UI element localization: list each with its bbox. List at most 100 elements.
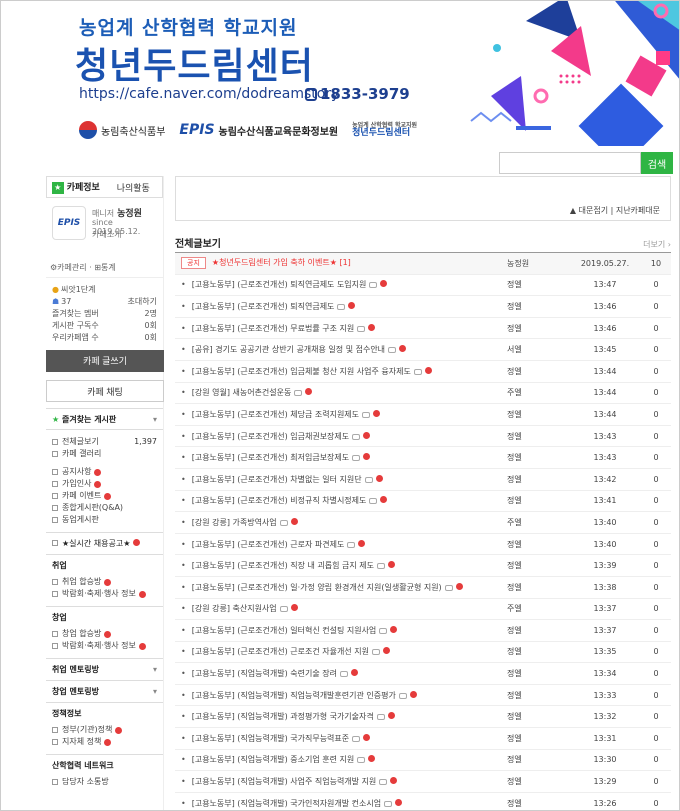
post-author[interactable]: 정엘: [503, 560, 569, 571]
cafe-avatar[interactable]: EPIS: [52, 206, 86, 240]
post-author[interactable]: 서엘: [503, 344, 569, 355]
post-author[interactable]: 정엘: [503, 474, 569, 485]
menu-item-gallery[interactable]: 카페 갤러리: [46, 448, 163, 460]
post-author[interactable]: 정엘: [503, 323, 569, 334]
post-subject[interactable]: [강원 강릉] 가족방역사업: [192, 518, 277, 527]
post-subject[interactable]: [고용노동부] (근로조건개선) 임금체불 청산 지원 사업주 융자제도: [192, 367, 411, 376]
post-subject[interactable]: ★청년두드림센터 가입 축하 이벤트★ [1]: [212, 258, 351, 267]
post-author[interactable]: 정엘: [503, 495, 569, 506]
post-row[interactable]: • [고용노동부] (직업능력개발) 숙련기술 장려 정엘 13:34 0: [175, 663, 671, 685]
post-author[interactable]: 주엘: [503, 603, 569, 614]
post-author[interactable]: 정엘: [503, 798, 569, 809]
post-author[interactable]: 정엘: [503, 279, 569, 290]
menu-item[interactable]: 박람회·축제·행사 정보: [46, 588, 163, 600]
tab-cafe-info[interactable]: ★ 카페정보: [47, 180, 105, 194]
post-author[interactable]: 정엘: [503, 776, 569, 787]
post-row[interactable]: • [고용노동부] (근로조건개선) 체당금 조력지원제도 정엘 13:44 0: [175, 404, 671, 426]
post-subject[interactable]: [고용노동부] (근로조건개선) 임금채권보장제도: [192, 432, 349, 441]
post-author[interactable]: 농정원: [503, 258, 569, 269]
post-subject[interactable]: [고용노동부] (근로조건개선) 근로자 파견제도: [192, 540, 345, 549]
post-row[interactable]: • [고용노동부] (근로조건개선) 차별없는 일터 지원단 정엘 13:42 0: [175, 469, 671, 491]
post-row[interactable]: • [강원 강릉] 축산지원사업 주엘 13:37 0: [175, 599, 671, 621]
cafe-intro-link[interactable]: 카페소개: [92, 229, 121, 240]
menu-item[interactable]: 동업게시판: [46, 514, 163, 526]
post-row[interactable]: • [고용노동부] (근로조건개선) 일터혁신 컨설팅 지원사업 정엘 13:37 0: [175, 620, 671, 642]
post-author[interactable]: 정엘: [503, 646, 569, 657]
menu-item[interactable]: 담당자 소통방: [46, 776, 163, 788]
post-row[interactable]: • [고용노동부] (근로조건개선) 근로조건 자율개선 지원 정엘 13:35 0: [175, 642, 671, 664]
invite-link[interactable]: 초대하기: [128, 296, 157, 308]
post-subject[interactable]: [고용노동부] (직업능력개발) 국가직무능력표준: [192, 734, 349, 743]
post-subject[interactable]: [고용노동부] (근로조건개선) 무료법률 구조 지원: [192, 324, 355, 333]
post-author[interactable]: 정엘: [503, 431, 569, 442]
post-author[interactable]: 정엘: [503, 690, 569, 701]
menu-item[interactable]: 지자체 정책: [46, 736, 163, 748]
post-subject[interactable]: [고용노동부] (근로조건개선) 일터혁신 컨설팅 지원사업: [192, 626, 377, 635]
front-toggle-links[interactable]: ▲ 대문접기 | 지난카페대문: [570, 205, 660, 216]
post-row[interactable]: • [고용노동부] (근로조건개선) 최저임금보장제도 정엘 13:43 0: [175, 447, 671, 469]
post-author[interactable]: 정엘: [503, 452, 569, 463]
post-author[interactable]: 정엘: [503, 625, 569, 636]
post-subject[interactable]: [고용노동부] (직업능력개발) 사업주 직업능력개발 지원: [192, 777, 377, 786]
post-author[interactable]: 정엘: [503, 754, 569, 765]
post-row[interactable]: • [고용노동부] (직업능력개발) 직업능력개발훈련기관 인증평가 정엘 13:33…: [175, 685, 671, 707]
post-subject[interactable]: [고용노동부] (근로조건개선) 퇴직연금제도: [192, 302, 335, 311]
post-row[interactable]: • [고용노동부] (직업능력개발) 과정평가형 국가기술자격 정엘 13:32 0: [175, 706, 671, 729]
post-subject[interactable]: [고용노동부] (근로조건개선) 직장 내 괴롭힘 금지 제도: [192, 561, 374, 570]
post-subject[interactable]: [고용노동부] (근로조건개선) 일·가정 양립 환경개선 지원(일생활균형 지…: [192, 583, 442, 592]
write-post-button[interactable]: 카페 글쓰기: [46, 350, 164, 372]
post-row[interactable]: • [고용노동부] (직업능력개발) 사업주 직업능력개발 지원 정엘 13:29 0: [175, 771, 671, 793]
post-row[interactable]: • [고용노동부] (근로조건개선) 비정규직 차별시정제도 정엘 13:41 0: [175, 491, 671, 513]
post-row[interactable]: • [강원 강릉] 가족방역사업 주엘 13:40 0: [175, 512, 671, 534]
menu-item[interactable]: 공지사항: [46, 466, 163, 478]
post-row[interactable]: • [공유] 경기도 공공기관 상반기 공개채용 일정 및 접수안내 서엘 13:45…: [175, 339, 671, 361]
post-row[interactable]: • [고용노동부] (직업능력개발) 국가직무능력표준 정엘 13:31 0: [175, 728, 671, 750]
post-author[interactable]: 정엘: [503, 668, 569, 679]
post-subject[interactable]: [고용노동부] (근로조건개선) 퇴직연금제도 도입지원: [192, 280, 367, 289]
cafe-chat-button[interactable]: 카페 채팅: [46, 380, 164, 402]
menu-item[interactable]: 정부(기관)정책: [46, 724, 163, 736]
post-row[interactable]: • [고용노동부] (직업능력개발) 국가인적자원개발 컨소시엄 정엘 13:26 0: [175, 793, 671, 810]
post-subject[interactable]: [고용노동부] (직업능력개발) 숙련기술 장려: [192, 669, 337, 678]
section-job-mentoring[interactable]: 취업 멘토링방 ▾: [46, 658, 163, 680]
menu-item-realtime[interactable]: ★실시간 채용공고★: [46, 532, 163, 554]
menu-item[interactable]: 취업 합승방: [46, 576, 163, 588]
post-subject[interactable]: [고용노동부] (근로조건개선) 차별없는 일터 지원단: [192, 475, 362, 484]
post-author[interactable]: 정엘: [503, 539, 569, 550]
member-count[interactable]: 37: [61, 297, 71, 306]
post-row[interactable]: • [고용노동부] (직업능력개발) 중소기업 훈련 지원 정엘 13:30 0: [175, 750, 671, 772]
post-author[interactable]: 정엘: [503, 409, 569, 420]
post-subject[interactable]: [고용노동부] (직업능력개발) 직업능력개발훈련기관 인증평가: [192, 691, 396, 700]
notice-row[interactable]: 공지 ★청년두드림센터 가입 축하 이벤트★ [1] 농정원 2019.05.27…: [175, 253, 671, 275]
post-row[interactable]: • [고용노동부] (근로조건개선) 무료법률 구조 지원 정엘 13:46 0: [175, 318, 671, 340]
post-subject[interactable]: [고용노동부] (근로조건개선) 체당금 조력지원제도: [192, 410, 359, 419]
post-author[interactable]: 주엘: [503, 517, 569, 528]
search-input[interactable]: [499, 152, 641, 174]
post-row[interactable]: • [고용노동부] (근로조건개선) 퇴직연금제도 도입지원 정엘 13:47 0: [175, 275, 671, 297]
post-row[interactable]: • [고용노동부] (근로조건개선) 근로자 파견제도 정엘 13:40 0: [175, 534, 671, 556]
post-subject[interactable]: [고용노동부] (근로조건개선) 근로조건 자율개선 지원: [192, 647, 369, 656]
menu-item[interactable]: 박람회·축제·행사 정보: [46, 640, 163, 652]
post-author[interactable]: 정엘: [503, 733, 569, 744]
menu-item[interactable]: 카페 이벤트: [46, 490, 163, 502]
section-startup-mentoring[interactable]: 창업 멘토링방 ▾: [46, 680, 163, 702]
post-subject[interactable]: [고용노동부] (직업능력개발) 중소기업 훈련 지원: [192, 755, 355, 764]
post-row[interactable]: • [고용노동부] (근로조건개선) 임금체불 청산 지원 사업주 융자제도 정엘 1…: [175, 361, 671, 383]
post-author[interactable]: 정엘: [503, 582, 569, 593]
tab-my-activity[interactable]: 나의활동: [105, 181, 163, 194]
post-subject[interactable]: [고용노동부] (근로조건개선) 비정규직 차별시정제도: [192, 496, 367, 505]
menu-item[interactable]: 종합게시판(Q&A): [46, 502, 163, 514]
post-subject[interactable]: [고용노동부] (직업능력개발) 과정평가형 국가기술자격: [192, 712, 374, 721]
post-row[interactable]: • [고용노동부] (근로조건개선) 일·가정 양립 환경개선 지원(일생활균형 …: [175, 577, 671, 599]
post-subject[interactable]: [고용노동부] (근로조건개선) 최저임금보장제도: [192, 453, 349, 462]
menu-item[interactable]: 창업 합승방: [46, 628, 163, 640]
post-row[interactable]: • [고용노동부] (근로조건개선) 직장 내 괴롭힘 금지 제도 정엘 13:39 0: [175, 555, 671, 577]
menu-item-all-posts[interactable]: 전체글보기 1,397: [46, 436, 163, 448]
search-button[interactable]: 검색: [641, 152, 673, 174]
post-row[interactable]: • [고용노동부] (근로조건개선) 임금채권보장제도 정엘 13:43 0: [175, 426, 671, 448]
menu-item[interactable]: 가입인사: [46, 478, 163, 490]
post-subject[interactable]: [강원 강릉] 축산지원사업: [192, 604, 277, 613]
post-row[interactable]: • [고용노동부] (근로조건개선) 퇴직연금제도 정엘 13:46 0: [175, 296, 671, 318]
more-link[interactable]: 더보기 ›: [643, 239, 671, 250]
favorite-boards-header[interactable]: ★ 즐겨찾는 게시판 ▾: [46, 408, 163, 430]
